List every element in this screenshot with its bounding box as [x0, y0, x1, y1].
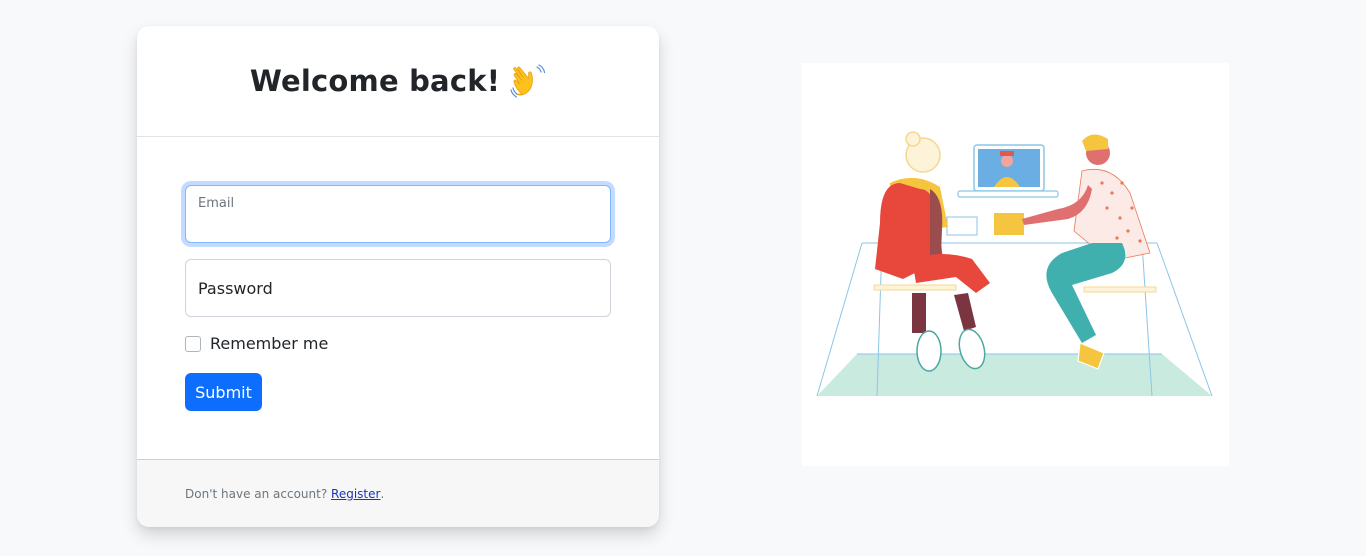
- video-call-illustration: [816, 131, 1213, 397]
- card-footer: Don't have an account? Register.: [137, 459, 659, 527]
- email-field[interactable]: Email: [185, 185, 611, 243]
- register-prompt: Don't have an account?: [185, 486, 328, 501]
- register-link[interactable]: Register: [331, 487, 380, 501]
- register-suffix: .: [380, 486, 385, 501]
- remember-label: Remember me: [210, 334, 329, 353]
- password-label: Password: [198, 279, 273, 298]
- illustration: [802, 63, 1229, 466]
- login-form: Email Password Remember me Submit: [137, 137, 659, 459]
- email-input[interactable]: [186, 186, 610, 242]
- waving-hand-icon: [510, 64, 546, 98]
- page-title: Welcome back!: [249, 64, 501, 98]
- password-field[interactable]: Password: [185, 259, 611, 317]
- card-header: Welcome back!: [137, 26, 659, 137]
- remember-me[interactable]: Remember me: [185, 334, 328, 353]
- remember-checkbox[interactable]: [185, 335, 201, 352]
- submit-button[interactable]: Submit: [185, 373, 262, 411]
- login-card: Welcome back! Email Password Remember me…: [137, 26, 659, 527]
